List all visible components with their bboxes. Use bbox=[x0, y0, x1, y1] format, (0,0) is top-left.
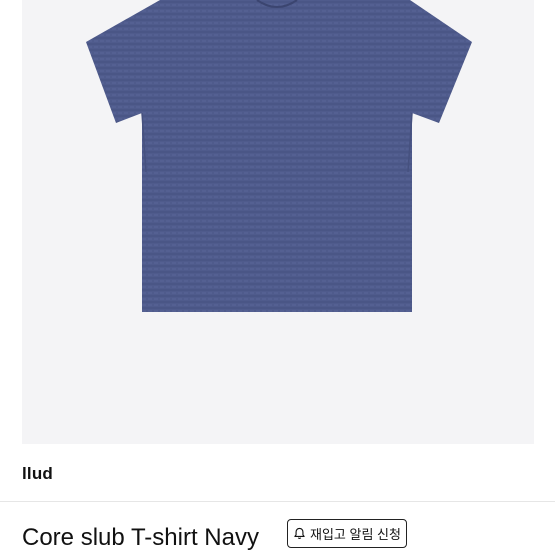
brand-row: llud bbox=[0, 444, 555, 502]
product-title: Core slub T-shirt Navy bbox=[22, 524, 259, 551]
bell-icon bbox=[293, 527, 306, 540]
restock-alert-button[interactable]: 재입고 알림 신청 bbox=[287, 519, 407, 548]
brand-name[interactable]: llud bbox=[22, 464, 53, 484]
tshirt-shape bbox=[86, 0, 472, 312]
restock-alert-label: 재입고 알림 신청 bbox=[310, 527, 401, 542]
product-image[interactable] bbox=[22, 0, 534, 444]
product-detail-page: llud Core slub T-shirt Navy 재입고 알림 신청 bbox=[0, 0, 555, 555]
title-row: Core slub T-shirt Navy 재입고 알림 신청 bbox=[0, 503, 555, 555]
product-image-panel bbox=[22, 0, 534, 444]
